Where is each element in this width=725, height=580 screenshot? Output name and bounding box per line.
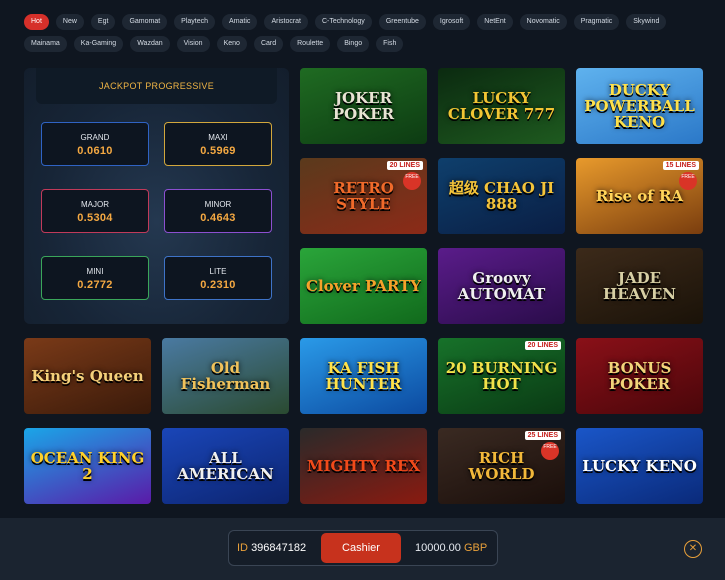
- game-tile[interactable]: LUCKY KENO: [576, 428, 703, 504]
- jackpot-label: MINI: [86, 267, 104, 276]
- game-tile[interactable]: JADE HEAVEN: [576, 248, 703, 324]
- category-chip-fish[interactable]: Fish: [376, 36, 404, 52]
- category-chip-playtech[interactable]: Playtech: [174, 14, 216, 30]
- game-title: Rise of RA: [595, 187, 684, 205]
- player-id-value: 396847182: [251, 542, 307, 554]
- jackpot-lite: LITE 0.2310: [164, 256, 272, 300]
- game-tile[interactable]: BONUS POKER: [576, 338, 703, 414]
- category-chip-bingo[interactable]: Bingo: [337, 36, 370, 52]
- jackpot-panel: JACKPOT PROGRESSIVE GRAND 0.0610 MAXI 0.596…: [24, 68, 289, 324]
- jackpot-maxi: MAXI 0.5969: [164, 122, 272, 166]
- category-chip-pragmatic[interactable]: Pragmatic: [573, 14, 620, 30]
- game-title: Old Fisherman: [180, 359, 271, 393]
- balance-currency: GBP: [463, 542, 488, 554]
- cashier-button[interactable]: Cashier: [321, 533, 401, 563]
- free-spins-badge: FREE: [403, 172, 421, 190]
- game-title: JADE HEAVEN: [603, 269, 676, 303]
- category-chip-amatic[interactable]: Amatic: [222, 14, 258, 30]
- jackpot-label: MAXI: [208, 133, 228, 142]
- jackpot-value: 0.2310: [200, 279, 236, 291]
- category-chip-mainama[interactable]: Mainama: [24, 36, 67, 52]
- lines-badge: 20 LINES: [524, 341, 561, 350]
- category-chip-vision[interactable]: Vision: [176, 36, 210, 52]
- category-chip-igrosoft[interactable]: Igrosoft: [432, 14, 471, 30]
- category-chip-novomatic[interactable]: Novomatic: [519, 14, 567, 30]
- jackpot-value: 0.5304: [77, 212, 113, 224]
- free-spins-badge: FREE: [679, 172, 697, 190]
- category-chip-card[interactable]: Card: [253, 36, 284, 52]
- game-tile[interactable]: Rise of RA 15 LINES FREE: [576, 158, 703, 234]
- game-tile[interactable]: DUCKY POWERBALL KENO: [576, 68, 703, 144]
- game-tile[interactable]: KA FISH HUNTER: [300, 338, 427, 414]
- balance-value: 10000.00: [415, 542, 461, 554]
- category-chip-ka-gaming[interactable]: Ka-Gaming: [73, 36, 124, 52]
- free-spins-badge: FREE: [541, 442, 559, 460]
- lines-badge: 15 LINES: [662, 161, 699, 170]
- lines-badge: 25 LINES: [524, 431, 561, 440]
- category-chip-egt[interactable]: Egt: [90, 14, 116, 30]
- category-chip-skywind[interactable]: Skywind: [626, 14, 667, 30]
- jackpot-grand: GRAND 0.0610: [41, 122, 149, 166]
- category-chip-aristocrat[interactable]: Aristocrat: [264, 14, 308, 30]
- game-tile[interactable]: ALL AMERICAN: [162, 428, 289, 504]
- category-chip-new[interactable]: New: [55, 14, 84, 30]
- category-chip-wazdan[interactable]: Wazdan: [130, 36, 170, 52]
- jackpot-label: MAJOR: [81, 200, 109, 209]
- lines-badge: 20 LINES: [386, 161, 423, 170]
- game-title: BONUS POKER: [607, 359, 672, 393]
- close-icon[interactable]: ✕: [684, 540, 702, 558]
- category-chip-c-technology[interactable]: C-Technology: [315, 14, 372, 30]
- player-id-label: ID: [237, 542, 248, 554]
- category-chip-keno[interactable]: Keno: [216, 36, 247, 52]
- jackpot-label: MINOR: [204, 200, 232, 209]
- game-tile[interactable]: Groovy AUTOMAT: [438, 248, 565, 324]
- wallet-box: ID 396847182 Cashier 10000.00 GBP: [228, 530, 498, 566]
- game-title: JOKER POKER: [332, 89, 395, 123]
- category-chip-greentube[interactable]: Greentube: [378, 14, 426, 30]
- category-chip-netent[interactable]: NetEnt: [477, 14, 513, 30]
- game-tile[interactable]: 超级 CHAO JI 888: [438, 158, 565, 234]
- category-bar: Hot New Egt Gamomat Playtech Amatic Aristocrat…: [24, 14, 714, 52]
- jackpot-title: JACKPOT PROGRESSIVE: [36, 68, 277, 104]
- balance: 10000.00 GBP: [415, 531, 487, 565]
- bottom-bar: ID 396847182 Cashier 10000.00 GBP: [0, 518, 725, 580]
- game-title: KA FISH HUNTER: [325, 359, 402, 393]
- category-chip-hot[interactable]: Hot: [24, 14, 49, 30]
- game-title: MIGHTY REX: [306, 457, 421, 475]
- game-tile[interactable]: RICH WORLD 25 LINES FREE: [438, 428, 565, 504]
- jackpot-value: 0.5969: [200, 145, 236, 157]
- game-title: DUCKY POWERBALL KENO: [584, 81, 695, 131]
- game-title: ALL AMERICAN: [177, 449, 274, 483]
- game-tile[interactable]: Old Fisherman: [162, 338, 289, 414]
- game-tile[interactable]: MIGHTY REX: [300, 428, 427, 504]
- game-tile[interactable]: Clover PARTY: [300, 248, 427, 324]
- category-chip-gamomat[interactable]: Gamomat: [122, 14, 168, 30]
- game-title: OCEAN KING 2: [30, 449, 145, 483]
- jackpot-value: 0.2772: [77, 279, 113, 291]
- jackpot-major: MAJOR 0.5304: [41, 189, 149, 233]
- game-title: LUCKY CLOVER 777: [447, 89, 556, 123]
- jackpot-value: 0.4643: [200, 212, 236, 224]
- game-title: LUCKY KENO: [582, 457, 697, 475]
- game-title: Groovy AUTOMAT: [457, 269, 546, 303]
- game-title: 20 BURNING HOT: [445, 359, 558, 393]
- player-id: ID 396847182: [237, 531, 306, 565]
- game-tile[interactable]: RETRO STYLE 20 LINES FREE: [300, 158, 427, 234]
- game-tile[interactable]: LUCKY CLOVER 777: [438, 68, 565, 144]
- game-tile[interactable]: JOKER POKER: [300, 68, 427, 144]
- game-title: King's Queen: [31, 367, 144, 385]
- game-tile[interactable]: 20 BURNING HOT 20 LINES: [438, 338, 565, 414]
- game-tile[interactable]: OCEAN KING 2: [24, 428, 151, 504]
- jackpot-value: 0.0610: [77, 145, 113, 157]
- jackpot-label: LITE: [209, 267, 227, 276]
- category-chip-roulette[interactable]: Roulette: [290, 36, 331, 52]
- game-tile[interactable]: King's Queen: [24, 338, 151, 414]
- game-title: 超级 CHAO JI 888: [448, 179, 555, 213]
- jackpot-label: GRAND: [80, 133, 110, 142]
- jackpot-minor: MINOR 0.4643: [164, 189, 272, 233]
- jackpot-mini: MINI 0.2772: [41, 256, 149, 300]
- game-title: Clover PARTY: [306, 277, 421, 295]
